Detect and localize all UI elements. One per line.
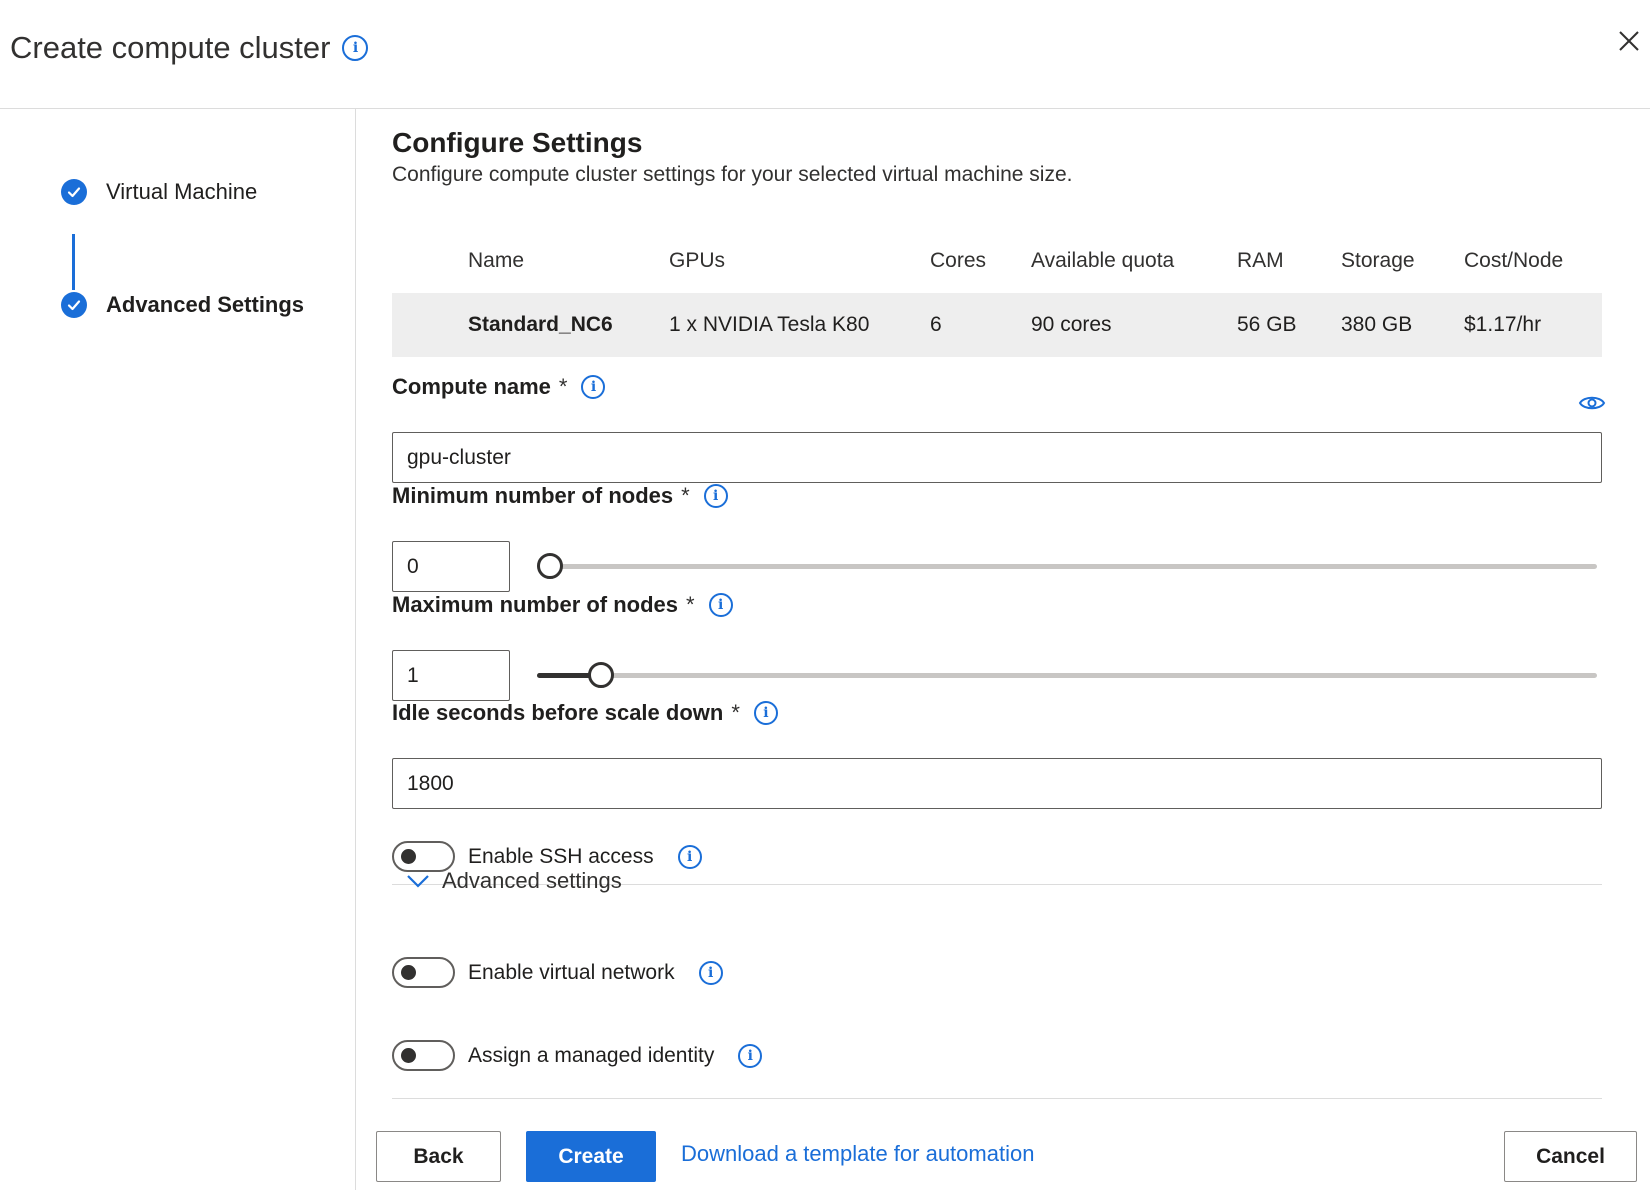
eye-icon[interactable] xyxy=(1578,393,1606,413)
idle-seconds-input[interactable]: 1800 xyxy=(392,758,1602,809)
cell-quota: 90 cores xyxy=(1031,313,1112,336)
dialog-title: Create compute cluster xyxy=(10,30,331,65)
info-icon[interactable]: i xyxy=(581,375,606,399)
compute-name-label: Compute name * i xyxy=(392,374,606,400)
step-virtual-machine[interactable]: Virtual Machine xyxy=(61,179,257,205)
cell-cost: $1.17/hr xyxy=(1464,313,1542,336)
close-icon[interactable] xyxy=(1612,24,1646,58)
vnet-toggle-label: Enable virtual network xyxy=(468,960,675,984)
min-nodes-label: Minimum number of nodes * i xyxy=(392,483,728,509)
min-nodes-input[interactable]: 0 xyxy=(392,541,510,592)
column-header-gpus: GPUs xyxy=(669,249,726,272)
toggle-knob xyxy=(401,1048,416,1063)
cell-name: Standard_NC6 xyxy=(468,313,613,336)
vm-size-table: Name GPUs Cores Available quota RAM Stor… xyxy=(392,229,1602,357)
step-connector xyxy=(72,234,75,290)
cell-gpus: 1 x NVIDIA Tesla K80 xyxy=(669,313,870,336)
advanced-settings-expander[interactable]: Advanced settings xyxy=(406,868,622,894)
table-header-row: Name GPUs Cores Available quota RAM Stor… xyxy=(392,229,1602,293)
check-circle-icon xyxy=(61,292,87,318)
column-header-quota: Available quota xyxy=(1031,249,1175,272)
create-button[interactable]: Create xyxy=(526,1131,656,1182)
column-header-storage: Storage xyxy=(1341,249,1415,272)
column-header-name: Name xyxy=(468,249,525,272)
cell-cores: 6 xyxy=(930,313,942,336)
required-marker: * xyxy=(731,700,740,725)
max-nodes-slider[interactable] xyxy=(537,660,1597,690)
ssh-toggle-label: Enable SSH access xyxy=(468,844,654,868)
vnet-toggle-row: Enable virtual network i xyxy=(392,957,723,988)
info-icon[interactable]: i xyxy=(753,701,778,725)
info-icon[interactable]: i xyxy=(708,593,733,617)
section-title: Configure Settings xyxy=(392,127,643,158)
cancel-button[interactable]: Cancel xyxy=(1504,1131,1637,1182)
cell-ram: 56 GB xyxy=(1237,313,1297,336)
compute-name-label-text: Compute name xyxy=(392,374,551,399)
section-description: Configure compute cluster settings for y… xyxy=(392,163,1073,186)
toggle-knob xyxy=(401,965,416,980)
step-advanced-settings[interactable]: Advanced Settings xyxy=(61,292,304,318)
advanced-settings-label: Advanced settings xyxy=(442,868,622,893)
slider-thumb[interactable] xyxy=(537,553,563,579)
column-header-ram: RAM xyxy=(1237,249,1284,272)
identity-toggle[interactable] xyxy=(392,1040,455,1071)
identity-toggle-label: Assign a managed identity xyxy=(468,1043,715,1067)
idle-seconds-label-text: Idle seconds before scale down xyxy=(392,700,724,725)
wizard-steps: Virtual Machine Advanced Settings xyxy=(0,109,356,1190)
column-header-cost: Cost/Node xyxy=(1464,249,1564,272)
back-button[interactable]: Back xyxy=(376,1131,501,1182)
step-label: Virtual Machine xyxy=(106,179,258,204)
download-template-link[interactable]: Download a template for automation xyxy=(681,1141,1034,1167)
step-label: Advanced Settings xyxy=(106,292,305,317)
min-nodes-slider[interactable] xyxy=(537,551,1597,581)
slider-track xyxy=(537,673,1597,678)
max-nodes-label: Maximum number of nodes * i xyxy=(392,592,733,618)
toggle-knob xyxy=(401,849,416,864)
slider-thumb[interactable] xyxy=(587,662,614,688)
chevron-down-icon xyxy=(407,875,429,888)
required-marker: * xyxy=(686,592,695,617)
divider xyxy=(392,1098,1602,1099)
required-marker: * xyxy=(681,483,690,508)
min-nodes-label-text: Minimum number of nodes xyxy=(392,483,674,508)
identity-toggle-row: Assign a managed identity i xyxy=(392,1040,763,1071)
info-icon[interactable]: i xyxy=(342,35,369,61)
column-header-cores: Cores xyxy=(930,249,987,272)
info-icon[interactable]: i xyxy=(677,844,702,869)
table-row: Standard_NC6 1 x NVIDIA Tesla K80 6 90 c… xyxy=(392,293,1602,357)
slider-track xyxy=(537,564,1597,569)
max-nodes-input[interactable]: 1 xyxy=(392,650,510,701)
vnet-toggle[interactable] xyxy=(392,957,455,988)
required-marker: * xyxy=(558,374,568,399)
info-icon[interactable]: i xyxy=(703,484,728,508)
compute-name-input[interactable]: gpu-cluster xyxy=(392,432,1602,483)
info-icon[interactable]: i xyxy=(738,1043,763,1068)
cell-storage: 380 GB xyxy=(1341,313,1413,336)
info-icon[interactable]: i xyxy=(698,960,723,985)
idle-seconds-label: Idle seconds before scale down * i xyxy=(392,700,778,726)
dialog-title-group: Create compute cluster i xyxy=(10,30,369,66)
check-circle-icon xyxy=(61,179,87,205)
max-nodes-label-text: Maximum number of nodes xyxy=(392,592,679,617)
dialog-header: Create compute cluster i xyxy=(0,0,1650,109)
